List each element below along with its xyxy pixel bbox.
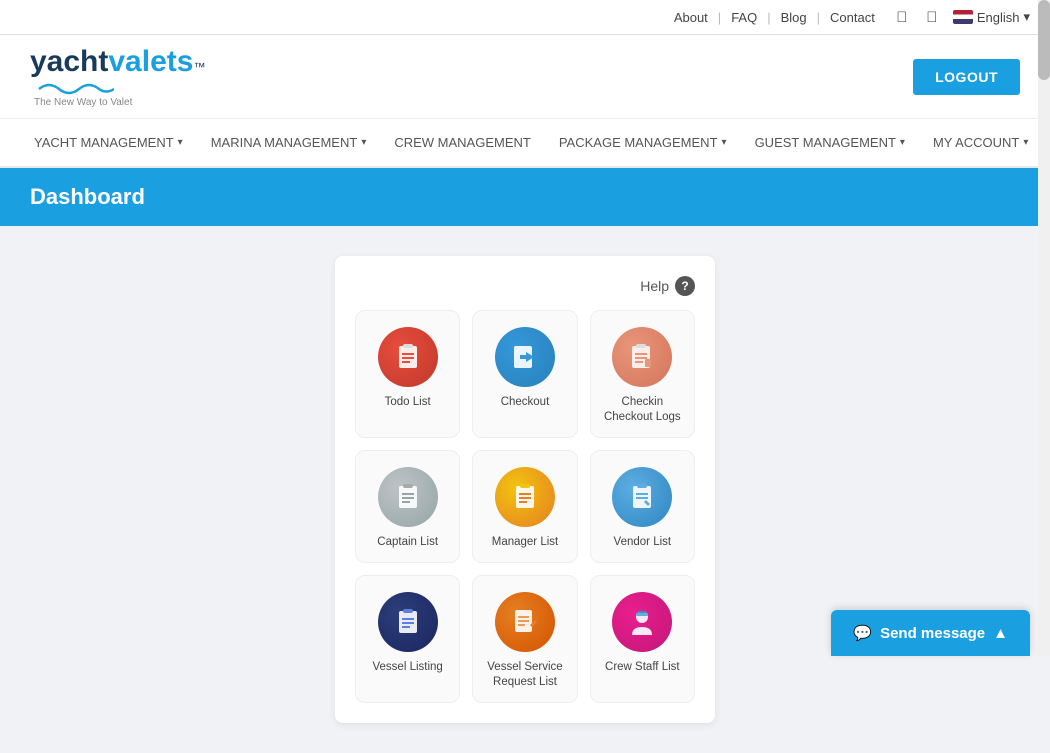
- grid-item-label: Crew Staff List: [605, 660, 680, 675]
- grid-item-label: Vessel Service Request List: [481, 660, 568, 690]
- contact-link[interactable]: Contact: [830, 10, 875, 25]
- grid-item-label: Manager List: [492, 535, 558, 550]
- logo-tm: ™: [193, 60, 205, 74]
- nav-item-crew-management[interactable]: CREW MANAGEMENT: [380, 119, 545, 166]
- sep1: |: [718, 10, 721, 25]
- grid-item-label: Checkin Checkout Logs: [599, 395, 686, 425]
- faq-link[interactable]: FAQ: [731, 10, 757, 25]
- facebook-icon[interactable]: : [891, 6, 913, 28]
- grid-item-vessel-service-request-list[interactable]: Vessel Service Request List: [472, 575, 577, 703]
- grid-items: Todo List Checkout Checkin Checkout Logs Ca…: [355, 310, 695, 703]
- grid-item-icon: [495, 467, 555, 527]
- grid-item-icon: [612, 592, 672, 652]
- grid-item-checkout[interactable]: Checkout: [472, 310, 577, 438]
- dashboard-card: Help ? Todo List Checkout Checkin Checkout…: [335, 256, 715, 723]
- grid-item-crew-staff-list[interactable]: Crew Staff List: [590, 575, 695, 703]
- language-label: English: [977, 10, 1020, 25]
- dashboard-title: Dashboard: [30, 184, 145, 209]
- lang-caret-icon: ▾: [1023, 9, 1030, 25]
- logout-button[interactable]: LOGOUT: [913, 59, 1020, 95]
- logo-valets-text: valets: [108, 45, 193, 79]
- logo: yachtvalets™ The New Way to Valet: [30, 45, 205, 108]
- send-message-button[interactable]: 💬 Send message ▲: [831, 610, 1030, 656]
- grid-item-checkin-checkout-logs[interactable]: Checkin Checkout Logs: [590, 310, 695, 438]
- nav-bar: YACHT MANAGEMENT ▾MARINA MANAGEMENT ▾CRE…: [0, 119, 1050, 168]
- grid-item-icon: [612, 327, 672, 387]
- logo-main: yachtvalets™: [30, 45, 205, 79]
- help-label: Help: [640, 278, 669, 294]
- nav-caret-icon: ▾: [900, 137, 905, 148]
- scrollbar[interactable]: [1038, 0, 1050, 656]
- send-message-icon: 💬: [853, 624, 872, 642]
- top-bar: About | FAQ | Blog | Contact   English…: [0, 0, 1050, 35]
- sep3: |: [817, 10, 820, 25]
- grid-item-label: Checkout: [501, 395, 550, 410]
- dashboard-banner: Dashboard: [0, 168, 1050, 226]
- logo-yacht-text: yacht: [30, 45, 108, 79]
- grid-item-vessel-listing[interactable]: Vessel Listing: [355, 575, 460, 703]
- grid-item-icon: [378, 592, 438, 652]
- grid-item-icon: [495, 327, 555, 387]
- grid-item-icon: [378, 327, 438, 387]
- about-link[interactable]: About: [674, 10, 708, 25]
- grid-item-label: Captain List: [377, 535, 438, 550]
- language-selector[interactable]: English ▾: [953, 9, 1030, 25]
- header: yachtvalets™ The New Way to Valet LOGOUT: [0, 35, 1050, 119]
- nav-caret-icon: ▾: [361, 137, 366, 148]
- nav-caret-icon: ▾: [178, 137, 183, 148]
- grid-item-icon: [612, 467, 672, 527]
- send-message-caret-icon: ▲: [993, 625, 1008, 642]
- main-content: Help ? Todo List Checkout Checkin Checkout…: [0, 226, 1050, 753]
- social-icons:  : [891, 6, 943, 28]
- blog-link[interactable]: Blog: [781, 10, 807, 25]
- grid-item-label: Todo List: [385, 395, 431, 410]
- logo-tagline: The New Way to Valet: [34, 97, 205, 108]
- nav-caret-icon: ▾: [722, 137, 727, 148]
- help-icon[interactable]: ?: [675, 276, 695, 296]
- grid-item-todo-list[interactable]: Todo List: [355, 310, 460, 438]
- grid-item-label: Vendor List: [614, 535, 672, 550]
- nav-item-marina-management[interactable]: MARINA MANAGEMENT ▾: [197, 119, 381, 166]
- grid-item-icon: [378, 467, 438, 527]
- nav-caret-icon: ▾: [1023, 137, 1028, 148]
- scrollbar-thumb[interactable]: [1038, 0, 1050, 80]
- send-message-label: Send message: [880, 625, 985, 642]
- grid-item-captain-list[interactable]: Captain List: [355, 450, 460, 563]
- logo-wave-icon: [34, 79, 114, 97]
- nav-item-yacht-management[interactable]: YACHT MANAGEMENT ▾: [20, 119, 197, 166]
- grid-item-manager-list[interactable]: Manager List: [472, 450, 577, 563]
- nav-item-package-management[interactable]: PACKAGE MANAGEMENT ▾: [545, 119, 741, 166]
- nav-item-my-account[interactable]: MY ACCOUNT ▾: [919, 119, 1042, 166]
- grid-item-label: Vessel Listing: [373, 660, 443, 675]
- grid-item-icon: [495, 592, 555, 652]
- twitter-icon[interactable]: : [921, 6, 943, 28]
- help-row: Help ?: [355, 276, 695, 296]
- grid-item-vendor-list[interactable]: Vendor List: [590, 450, 695, 563]
- sep2: |: [767, 10, 770, 25]
- nav-item-guest-management[interactable]: GUEST MANAGEMENT ▾: [741, 119, 919, 166]
- flag-icon: [953, 10, 973, 24]
